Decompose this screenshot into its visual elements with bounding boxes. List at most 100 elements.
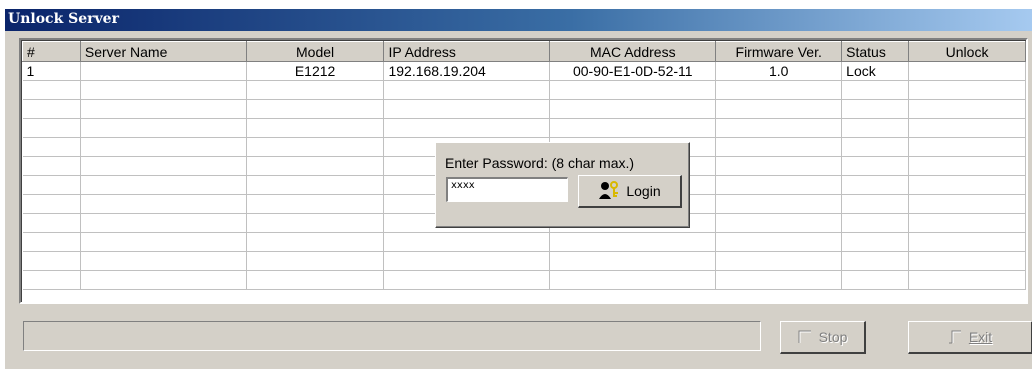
password-input[interactable]: xxxx (446, 177, 568, 202)
column-header-status[interactable]: Status (841, 41, 910, 62)
table-cell: Lock (841, 61, 910, 81)
table-cell (715, 213, 843, 233)
table-cell: E1212 (246, 61, 385, 81)
table-cell (80, 213, 247, 233)
table-cell (246, 137, 385, 157)
table-cell: 1.0 (715, 61, 843, 81)
table-row[interactable] (22, 251, 1026, 271)
table-cell (841, 156, 910, 176)
table-row[interactable] (22, 270, 1026, 290)
exit-label-text: Exit (968, 329, 993, 345)
table-cell (246, 175, 385, 195)
login-button[interactable]: Login (578, 175, 682, 208)
table-cell (80, 80, 247, 100)
login-label: Login (626, 183, 661, 199)
table-cell (908, 118, 1026, 138)
table-cell (80, 194, 247, 214)
table-cell (841, 80, 910, 100)
table-cell (841, 213, 910, 233)
table-cell (22, 175, 81, 195)
exit-icon (948, 330, 962, 344)
table-row[interactable] (22, 80, 1026, 100)
table-cell (841, 194, 910, 214)
table-cell (246, 194, 385, 214)
table-cell (908, 194, 1026, 214)
table-cell (22, 80, 81, 100)
table-cell (383, 232, 551, 252)
table-cell (246, 99, 385, 119)
table-cell (715, 175, 843, 195)
unlock-server-window: Unlock Server # Server Name Model IP Add… (4, 8, 1032, 369)
column-header-server-name[interactable]: Server Name (79, 41, 247, 62)
table-cell (80, 118, 247, 138)
table-cell (383, 251, 551, 271)
table-cell (841, 270, 910, 290)
table-cell (908, 270, 1026, 290)
table-cell (908, 137, 1026, 157)
table-cell (80, 156, 247, 176)
table-cell (549, 118, 717, 138)
password-popup: Enter Password: (8 char max.) xxxx Login (435, 142, 690, 228)
table-cell (246, 270, 385, 290)
table-cell (246, 156, 385, 176)
password-label: Enter Password: (8 char max.) (445, 155, 635, 171)
table-cell (80, 175, 247, 195)
table-cell (383, 270, 551, 290)
table-cell (80, 137, 247, 157)
table-cell: 192.168.19.204 (383, 61, 551, 81)
table-cell (246, 80, 385, 100)
stop-icon (798, 330, 812, 344)
table-cell (908, 232, 1026, 252)
table-row[interactable] (22, 232, 1026, 252)
column-header-firmware[interactable]: Firmware Ver. (715, 41, 843, 62)
table-cell (22, 156, 81, 176)
table-cell (80, 270, 247, 290)
table-cell (715, 118, 843, 138)
table-cell (908, 61, 1026, 81)
exit-button[interactable]: Exit (908, 321, 1032, 354)
exit-label: Exit (969, 329, 992, 345)
table-cell (908, 213, 1026, 233)
table-cell (549, 251, 717, 271)
table-row[interactable]: 1 E1212 192.168.19.204 00-90-E1-0D-52-11 1.0… (22, 61, 1026, 81)
table-cell (246, 213, 385, 233)
table-cell (22, 270, 81, 290)
table-cell (841, 175, 910, 195)
header-row: # Server Name Model IP Address MAC Addre… (22, 41, 1026, 62)
table-cell (246, 232, 385, 252)
column-header-model[interactable]: Model (245, 41, 385, 62)
table-cell (908, 99, 1026, 119)
table-cell (908, 175, 1026, 195)
table-cell (80, 99, 247, 119)
stop-label: Stop (818, 329, 848, 345)
table-cell (715, 194, 843, 214)
table-row[interactable] (22, 99, 1026, 119)
table-cell (715, 80, 843, 100)
stop-button[interactable]: Stop (780, 321, 866, 354)
table-cell (841, 99, 910, 119)
table-cell (549, 270, 717, 290)
table-cell (841, 251, 910, 271)
column-header-unlock[interactable]: Unlock (908, 41, 1026, 62)
column-header-ip-address[interactable]: IP Address (383, 41, 551, 62)
table-cell (715, 251, 843, 271)
table-cell (908, 251, 1026, 271)
column-header-mac-address[interactable]: MAC Address (549, 41, 717, 62)
table-cell (383, 99, 551, 119)
table-cell (246, 251, 385, 271)
table-row[interactable] (22, 118, 1026, 138)
table-cell (22, 194, 81, 214)
table-cell (22, 213, 81, 233)
table-cell (715, 270, 843, 290)
status-bar (23, 321, 761, 351)
table-cell (22, 99, 81, 119)
table-cell (715, 137, 843, 157)
column-header-index[interactable]: # (22, 41, 81, 62)
table-cell (383, 118, 551, 138)
table-cell (383, 80, 551, 100)
table-cell (549, 232, 717, 252)
table-cell (715, 156, 843, 176)
table-cell: 1 (22, 61, 81, 81)
table-cell (715, 232, 843, 252)
table-cell (22, 251, 81, 271)
